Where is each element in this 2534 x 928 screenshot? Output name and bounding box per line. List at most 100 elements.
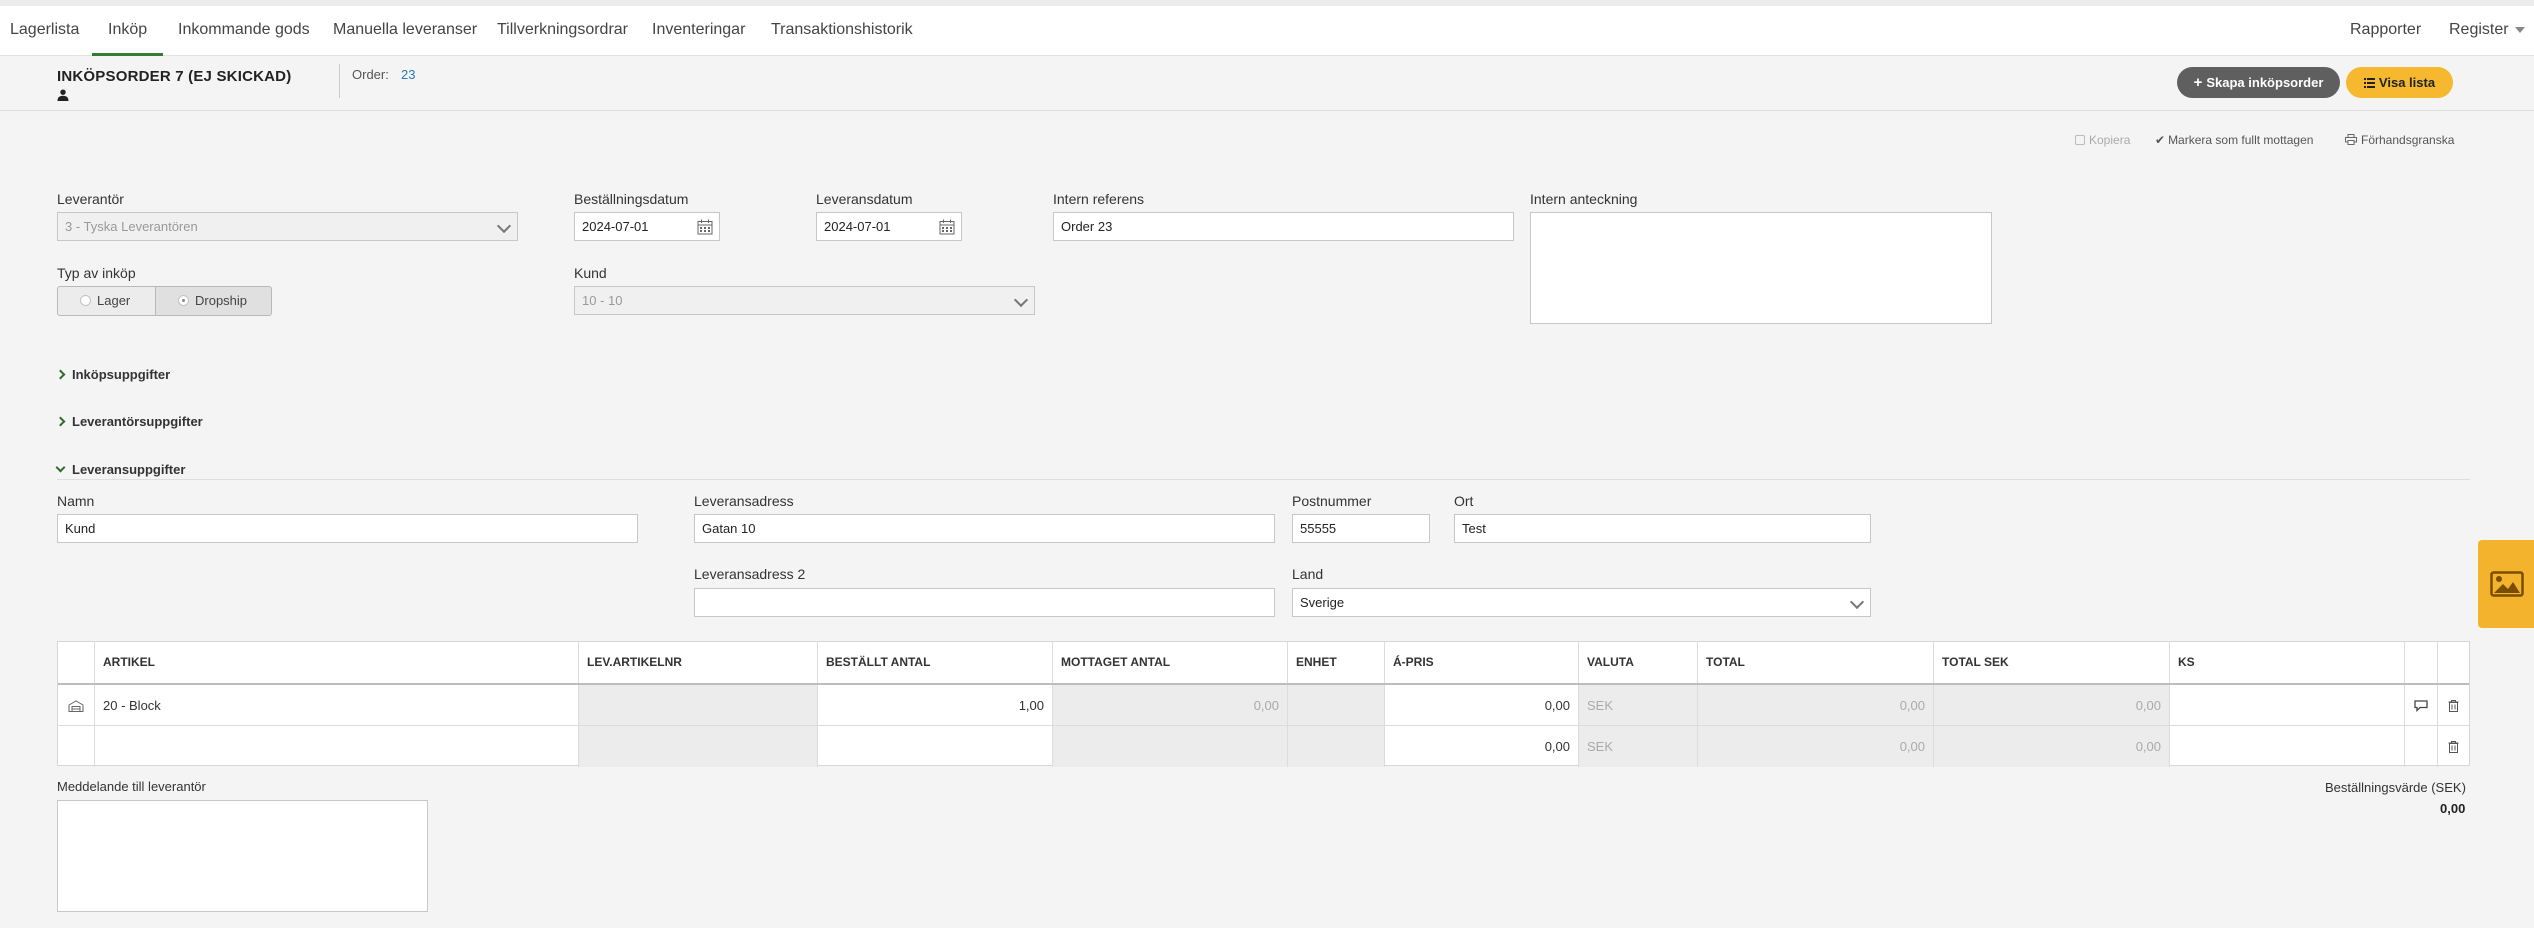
delivery-date-label: Leveransdatum — [816, 191, 913, 207]
order-date-value: 2024-07-01 — [582, 219, 649, 234]
table-cell-article[interactable] — [95, 726, 579, 767]
country-select[interactable]: Sverige — [1292, 588, 1871, 617]
radio-icon — [80, 295, 91, 306]
section-divider — [57, 479, 2470, 480]
order-date-input[interactable]: 2024-07-01 — [574, 212, 720, 241]
internal-ref-label: Intern referens — [1053, 191, 1145, 207]
copy-action[interactable]: Kopiera — [2075, 133, 2130, 147]
table-cell-total: 0,00 — [1698, 726, 1934, 767]
nav-item-rapporter[interactable]: Rapporter — [2350, 6, 2421, 56]
mark-fully-received-action[interactable]: ✔ Markera som fullt mottagen — [2155, 133, 2313, 147]
nav-item-inkop[interactable]: Inköp — [92, 6, 164, 56]
order-value-label: Beställningsvärde (SEK) — [2325, 780, 2466, 795]
delivery-address-2-input[interactable] — [694, 588, 1275, 617]
nav-item-inventeringar[interactable]: Inventeringar — [652, 6, 745, 56]
copy-icon — [2075, 135, 2085, 145]
table-cell-comment[interactable] — [2405, 685, 2438, 726]
table-cell-ordered[interactable] — [818, 726, 1053, 767]
country-label: Land — [1292, 566, 1324, 582]
delivery-date-value: 2024-07-01 — [824, 219, 891, 234]
preview-action[interactable]: Förhandsgranska — [2345, 133, 2454, 147]
delivery-address-2-label: Leveransadress 2 — [694, 566, 806, 582]
side-image-tab[interactable] — [2478, 540, 2534, 628]
register-label: Register — [2449, 21, 2509, 38]
top-nav: Lagerlista Inköp Inkommande gods Manuell… — [0, 0, 2534, 56]
section-purchase-details[interactable]: Inköpsuppgifter — [55, 367, 171, 382]
internal-note-label: Intern anteckning — [1530, 191, 1638, 207]
customer-select[interactable]: 10 - 10 — [574, 286, 1035, 315]
chevron-down-icon — [1849, 594, 1865, 610]
comment-icon[interactable] — [2414, 700, 2428, 713]
table-cell-unit-price[interactable]: 0,00 — [1385, 685, 1579, 726]
table-cell-total-sek: 0,00 — [1934, 726, 2170, 767]
purchase-type-lager-label: Lager — [97, 293, 131, 308]
table-cell-comment — [2405, 726, 2438, 767]
city-input[interactable]: Test — [1454, 514, 1871, 543]
order-date-label: Beställningsdatum — [574, 191, 689, 207]
table-header-comment-col — [2405, 642, 2438, 683]
table-header-total: TOTAL — [1698, 642, 1934, 683]
table-header-icon-col — [58, 642, 95, 683]
message-to-supplier-textarea[interactable] — [57, 800, 428, 912]
table-row-icon-cell — [58, 685, 95, 726]
check-icon: ✔ — [2155, 133, 2166, 147]
show-list-button[interactable]: Visa lista — [2346, 67, 2453, 98]
page-header: INKÖPSORDER 7 (EJ SKICKAD) Order: 23 + Sk… — [0, 56, 2534, 111]
table-cell-ks[interactable] — [2170, 726, 2405, 767]
plus-icon: + — [2193, 74, 2203, 91]
section-purchase-details-label: Inköpsuppgifter — [72, 367, 171, 382]
nav-item-transaktionshistorik[interactable]: Transaktionshistorik — [771, 6, 913, 56]
chevron-right-icon — [55, 369, 66, 380]
create-purchase-order-label: Skapa inköpsorder — [2206, 75, 2324, 90]
table-header-delete-col — [2438, 642, 2469, 683]
nav-item-register[interactable]: Register — [2449, 6, 2525, 56]
show-list-label: Visa lista — [2378, 75, 2436, 90]
delivery-name-input[interactable]: Kund — [57, 514, 638, 543]
order-link[interactable]: 23 — [401, 67, 415, 82]
country-value: Sverige — [1300, 595, 1345, 610]
message-to-supplier-label: Meddelande till leverantör — [57, 779, 206, 794]
table-cell-delete[interactable] — [2438, 685, 2469, 726]
section-supplier-details[interactable]: Leverantörsuppgifter — [55, 414, 203, 429]
calendar-icon[interactable] — [939, 219, 955, 235]
image-icon — [2490, 571, 2524, 597]
trash-icon[interactable] — [2448, 741, 2459, 753]
purchase-type-dropship-label: Dropship — [195, 293, 248, 308]
delivery-address-input[interactable]: Gatan 10 — [694, 514, 1275, 543]
copy-label: Kopiera — [2089, 133, 2131, 147]
supplier-value: 3 - Tyska Leverantören — [65, 219, 198, 234]
table-cell-currency: SEK — [1579, 726, 1698, 767]
table-cell-ks[interactable] — [2170, 685, 2405, 726]
table-cell-article[interactable]: 20 - Block — [95, 685, 579, 726]
delivery-date-input[interactable]: 2024-07-01 — [816, 212, 962, 241]
calendar-icon[interactable] — [697, 219, 713, 235]
trash-icon[interactable] — [2448, 700, 2459, 712]
table-header-unit-price: Á-PRIS — [1385, 642, 1579, 683]
nav-item-tillverkningsordrar[interactable]: Tillverkningsordrar — [497, 6, 628, 56]
table-cell-unit — [1288, 685, 1385, 726]
supplier-select[interactable]: 3 - Tyska Leverantören — [57, 212, 518, 241]
chevron-right-icon — [55, 416, 66, 427]
internal-ref-input[interactable]: Order 23 — [1053, 212, 1514, 241]
nav-item-manuella-leveranser[interactable]: Manuella leveranser — [333, 6, 477, 56]
nav-item-lagerlista[interactable]: Lagerlista — [10, 6, 79, 56]
section-delivery-details[interactable]: Leveransuppgifter — [55, 462, 185, 477]
customer-value: 10 - 10 — [582, 293, 623, 308]
purchase-type-dropship[interactable]: Dropship — [155, 286, 272, 316]
table-header-received: MOTTAGET ANTAL — [1053, 642, 1288, 683]
purchase-type-lager[interactable]: Lager — [57, 286, 156, 316]
delivery-name-label: Namn — [57, 493, 95, 509]
table-cell-ordered[interactable]: 1,00 — [818, 685, 1053, 726]
internal-note-textarea[interactable] — [1530, 212, 1992, 324]
table-header-article: ARTIKEL — [95, 642, 579, 683]
order-value: 0,00 — [2440, 801, 2466, 816]
create-purchase-order-button[interactable]: + Skapa inköpsorder — [2177, 67, 2340, 98]
mark-fully-received-label: Markera som fullt mottagen — [2168, 133, 2314, 147]
nav-item-inkommande-gods[interactable]: Inkommande gods — [178, 6, 310, 56]
table-cell-supplier-article-no — [579, 726, 818, 767]
table-cell-delete[interactable] — [2438, 726, 2469, 767]
page-title: INKÖPSORDER 7 (EJ SKICKAD) — [57, 68, 292, 85]
postal-code-input[interactable]: 55555 — [1292, 514, 1430, 543]
purchase-type-label: Typ av inköp — [57, 265, 136, 281]
table-cell-unit-price[interactable]: 0,00 — [1385, 726, 1579, 767]
